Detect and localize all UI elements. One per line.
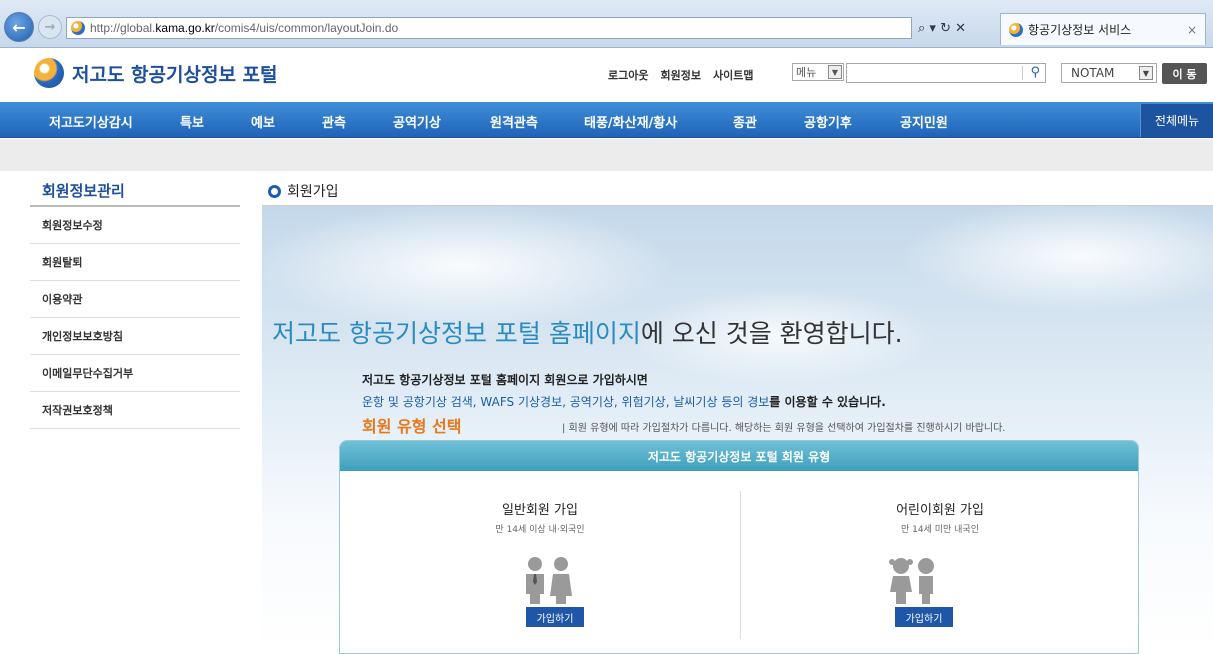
all-menu-button[interactable]: 전체메뉴 [1140, 104, 1213, 137]
intro-services: 운항 및 공항기상 검색, WAFS 기상경보, 공역기상, 위험기상, 날씨기… [362, 395, 770, 409]
adult-figures-icon [526, 557, 572, 604]
notam-select[interactable]: NOTAM ▼ [1061, 63, 1157, 83]
notam-select-value: NOTAM [1071, 66, 1115, 80]
general-member-title: 일반회원 가입 [502, 503, 578, 518]
member-type-box: 저고도 항공기상정보 포털 회원 유형 일반회원 가입 만 14세 이상 내·외… [339, 440, 1139, 654]
welcome-message: 저고도 항공기상정보 포털 홈페이지에 오신 것을 환영합니다. [272, 314, 903, 350]
member-info-link[interactable]: 회원정보 [660, 67, 700, 83]
child-figures-icon [889, 558, 934, 604]
url-prefix: http://global. [90, 21, 156, 35]
sidebar-item-email-refusal[interactable]: 이메일무단수집거부 [30, 355, 240, 392]
sidebar-title: 회원정보관리 [42, 182, 125, 200]
close-tab-icon[interactable]: × [1187, 23, 1197, 37]
sitemap-link[interactable]: 사이트맵 [713, 67, 753, 83]
bullet-ring-icon [268, 184, 281, 198]
site-logo-text: 저고도 항공기상정보 포털 [72, 63, 278, 86]
arrow-right-icon: → [44, 19, 56, 35]
forward-button[interactable]: → [38, 15, 62, 39]
page-title: 회원가입 [268, 181, 339, 201]
nav-item-low-altitude[interactable]: 저고도기상감시 [49, 112, 133, 131]
nav-item-warning[interactable]: 특보 [180, 112, 204, 131]
chevron-down-icon: ▼ [1139, 66, 1153, 80]
sidebar-item-withdraw[interactable]: 회원탈퇴 [30, 244, 240, 281]
member-type-description: | 회원 유형에 따라 가입절차가 다릅니다. 해당하는 회원 유형을 선택하여… [562, 423, 1006, 434]
tab-title: 항공기상정보 서비스 [1028, 23, 1132, 37]
menu-select[interactable]: 메뉴 ▼ [792, 63, 844, 81]
intro-line-2: 운항 및 공항기상 검색, WAFS 기상경보, 공역기상, 위험기상, 날씨기… [362, 393, 886, 410]
nav-item-synoptic[interactable]: 종관 [733, 112, 757, 131]
page-title-text: 회원가입 [287, 184, 339, 200]
back-button[interactable]: ← [4, 12, 34, 42]
menu-select-value: 메뉴 [796, 66, 817, 79]
sidebar-item-privacy[interactable]: 개인정보보호방침 [30, 318, 240, 355]
arrow-left-icon: ← [12, 17, 26, 37]
child-member-title: 어린이회원 가입 [896, 503, 984, 518]
intro-tail: 를 이용할 수 있습니다. [769, 395, 886, 409]
browser-tab[interactable]: 항공기상정보 서비스 × [1000, 13, 1206, 45]
child-member-column: 어린이회원 가입 만 14세 미만 내국인 [740, 499, 1138, 535]
nav-item-airspace[interactable]: 공역기상 [393, 112, 441, 131]
nav-item-remote[interactable]: 원격관측 [490, 112, 538, 131]
sidebar-item-edit-info[interactable]: 회원정보수정 [30, 207, 240, 244]
chevron-down-icon: ▼ [828, 65, 842, 79]
welcome-rest: 에 오신 것을 환영합니다. [640, 319, 903, 348]
address-icons[interactable]: ⌕ ▾ ↻ ✕ [914, 17, 970, 39]
member-type-label: 회원 유형 선택 [362, 417, 462, 436]
util-links: 로그아웃 회원정보 사이트맵 [608, 67, 753, 83]
member-type-box-title: 저고도 항공기상정보 포털 회원 유형 [340, 441, 1138, 471]
child-member-subtitle: 만 14세 미만 내국인 [901, 525, 979, 535]
search-input[interactable]: ⚲ [846, 63, 1046, 83]
tab-favicon-icon [1009, 22, 1023, 37]
url-host: kama.go.kr [155, 21, 215, 35]
go-button[interactable]: 이 동 [1162, 63, 1207, 84]
site-favicon-icon [71, 21, 85, 35]
kma-logo-icon [34, 58, 64, 88]
sidebar-item-copyright[interactable]: 저작권보호정책 [30, 392, 240, 429]
nav-item-observation[interactable]: 관측 [322, 112, 346, 131]
join-child-button[interactable]: 가입하기 [895, 607, 953, 627]
join-general-button[interactable]: 가입하기 [526, 607, 584, 627]
nav-item-forecast[interactable]: 예보 [251, 112, 275, 131]
sub-bar [0, 139, 1213, 171]
general-member-column: 일반회원 가입 만 14세 이상 내·외국인 [340, 499, 740, 535]
nav-item-notice[interactable]: 공지민원 [900, 112, 948, 131]
intro-line-1: 저고도 항공기상정보 포털 홈페이지 회원으로 가입하시면 [362, 373, 648, 387]
browser-toolbar: ← → http://global. kama.go.kr/comis4/uis/… [0, 0, 1213, 48]
address-bar[interactable]: http://global. kama.go.kr/comis4/uis/comm… [66, 17, 912, 39]
main-navigation: 저고도기상감시 특보 예보 관측 공역기상 원격관측 태풍/화산재/황사 종관 … [0, 102, 1213, 138]
site-logo[interactable]: 저고도 항공기상정보 포털 [34, 58, 278, 88]
nav-item-climate[interactable]: 공항기후 [804, 112, 852, 131]
site-header: 저고도 항공기상정보 포털 로그아웃 회원정보 사이트맵 메뉴 ▼ ⚲ NOTA… [0, 48, 1213, 102]
url-path: /comis4/uis/common/layoutJoin.do [214, 21, 399, 35]
nav-item-typhoon[interactable]: 태풍/화산재/황사 [584, 112, 677, 131]
sidebar-item-terms[interactable]: 이용약관 [30, 281, 240, 318]
search-divider [1022, 66, 1023, 80]
general-member-subtitle: 만 14세 이상 내·외국인 [495, 525, 585, 535]
welcome-highlight: 저고도 항공기상정보 포털 홈페이지 [272, 319, 641, 348]
logout-link[interactable]: 로그아웃 [608, 67, 648, 83]
search-icon[interactable]: ⚲ [1030, 65, 1040, 80]
